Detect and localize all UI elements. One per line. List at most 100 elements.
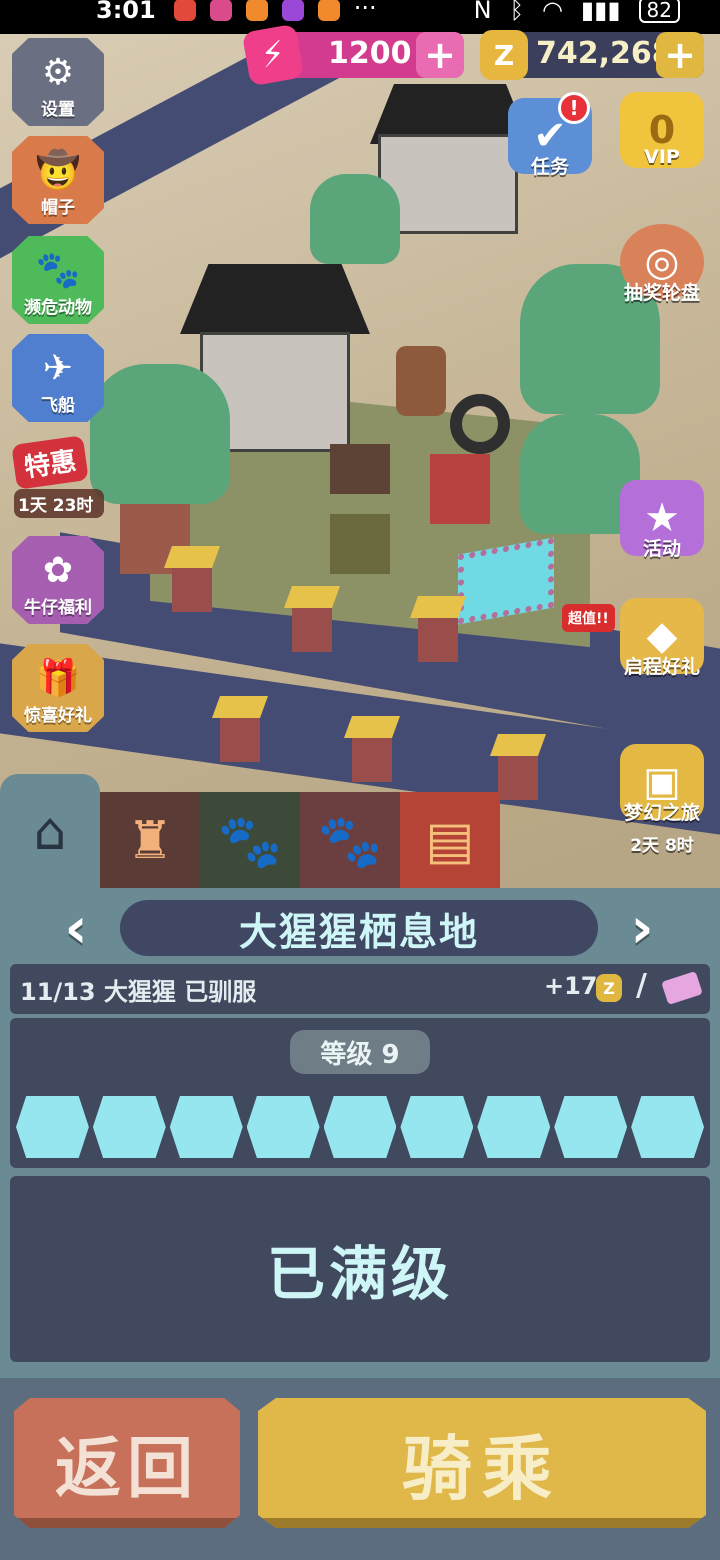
fence-pillar	[172, 564, 212, 612]
cowboy-welfare-button[interactable]: ✿ 牛仔福利	[12, 536, 104, 624]
tasks-alert-badge: !	[558, 92, 590, 124]
level-section: 等级 9	[10, 1018, 710, 1168]
palm-tree	[90, 364, 230, 504]
settings-button[interactable]: ⚙ 设置	[12, 38, 104, 126]
events-label: 活动	[642, 538, 681, 560]
hat-icon: 🤠	[35, 150, 81, 191]
gear-icon: ⚙	[41, 52, 75, 93]
tab-decor[interactable]: ▤	[400, 792, 500, 890]
tasks-label: 任务	[530, 156, 569, 178]
coin-icon: Z	[480, 30, 528, 80]
gorilla	[330, 514, 390, 574]
level-progress-segment	[16, 1096, 89, 1158]
lucky-wheel-button[interactable]: ◎ 抽奖轮盘	[618, 224, 706, 305]
paw-yellow-icon: 🐾	[217, 811, 283, 872]
add-energy-button[interactable]: +	[416, 32, 464, 78]
surprise-gift-button[interactable]: 🎁 惊喜好礼	[12, 644, 104, 732]
fence-pillar	[292, 604, 332, 652]
notification-icons	[173, 0, 340, 21]
add-coins-button[interactable]: +	[656, 32, 704, 78]
cowboy-icon: ♜	[126, 811, 174, 871]
tire-swing	[450, 394, 510, 454]
level-badge: 等级 9	[290, 1030, 430, 1074]
energy-counter: ⚡ 1200 +	[241, 23, 464, 87]
app-notification-icon	[281, 0, 304, 21]
vip-button[interactable]: 0 VIP	[618, 92, 706, 168]
building-roof	[180, 264, 370, 334]
habitat-nav: ‹ 大猩猩栖息地 ›	[0, 888, 720, 968]
more-notifications: ···	[353, 0, 377, 22]
habitat-panel: ‹ 大猩猩栖息地 › 11/13 大猩猩 已驯服 +17 Z / 等级 9 已满…	[0, 888, 720, 1378]
habitat-info-row: 11/13 大猩猩 已驯服 +17 Z /	[10, 964, 710, 1014]
tab-animals[interactable]: 🐾	[200, 792, 300, 890]
habitat-title: 大猩猩栖息地	[120, 900, 598, 956]
hats-button[interactable]: 🤠 帽子	[12, 136, 104, 224]
paw-white-icon: 🐾	[317, 811, 383, 872]
ticket-icon	[661, 971, 703, 1005]
battery-indicator: 82	[638, 0, 680, 23]
tab-home[interactable]: ⌂	[0, 774, 100, 890]
paint-roller-icon: ▤	[425, 811, 475, 871]
level-progress-bar	[16, 1096, 705, 1158]
coin-small-icon: Z	[596, 974, 622, 1002]
chevron-right-icon: ›	[630, 895, 654, 961]
hats-label: 帽子	[41, 198, 75, 218]
next-habitat-button[interactable]: ›	[612, 895, 672, 961]
energy-value: 1200	[328, 36, 412, 71]
flower-icon: ✿	[42, 550, 74, 591]
lucky-wheel-label: 抽奖轮盘	[623, 282, 700, 304]
bluetooth-icon: ᛒ	[509, 0, 524, 24]
app-notification-icon	[317, 0, 340, 21]
start-gift-button[interactable]: 超值!! ◆ 启程好礼	[562, 598, 706, 679]
signal-icon: ▮▮▮	[580, 0, 621, 24]
settings-label: 设置	[41, 100, 75, 120]
ride-button[interactable]: 骑乘	[258, 1398, 706, 1528]
prev-habitat-button[interactable]: ‹	[46, 895, 106, 961]
special-offer-tag: 特惠	[11, 435, 89, 490]
fence-pillar	[220, 714, 260, 762]
palm-tree	[310, 174, 400, 264]
level-progress-segment	[92, 1096, 166, 1158]
tamed-status: 11/13 大猩猩 已驯服	[20, 978, 257, 1006]
level-progress-segment	[400, 1096, 474, 1158]
status-time: 3:01	[96, 0, 156, 24]
wifi-icon: ◠	[541, 0, 563, 24]
start-gift-label: 启程好礼	[623, 656, 700, 678]
airship-label: 飞船	[41, 396, 75, 416]
rescue-animals-button[interactable]: 🐾 濒危动物	[12, 236, 104, 324]
super-value-tag: 超值!!	[562, 604, 615, 632]
airship-icon: ✈	[42, 348, 74, 389]
app-notification-icon	[209, 0, 232, 21]
vip-label: VIP	[644, 146, 680, 168]
coin-value: 742,268	[536, 36, 673, 71]
level-progress-segment	[631, 1096, 705, 1158]
paw-icon: 🐾	[35, 250, 81, 291]
cowboy-welfare-label: 牛仔福利	[24, 598, 92, 618]
level-progress-segment	[323, 1096, 397, 1158]
gift-basket-icon: 🎁	[35, 658, 81, 699]
back-button[interactable]: 返回	[14, 1398, 240, 1528]
home-icon: ⌂	[33, 802, 67, 862]
status-bar: 3:01 ··· N ᛒ ◠ ▮▮▮ 82	[0, 0, 720, 34]
max-level-text: 已满级	[10, 1176, 710, 1362]
tab-pets[interactable]: 🐾	[300, 792, 400, 890]
level-progress-segment	[169, 1096, 243, 1158]
fence-pillar	[418, 614, 458, 662]
chevron-left-icon: ‹	[64, 895, 88, 961]
special-offer-button[interactable]: 特惠 1天 23时	[11, 435, 104, 518]
coin-counter: Z 742,268 +	[480, 30, 704, 80]
special-offer-timer: 1天 23时	[14, 489, 104, 518]
airship-button[interactable]: ✈ 飞船	[12, 334, 104, 422]
coin-bonus: +17	[544, 972, 598, 1000]
level-progress-segment	[477, 1096, 551, 1158]
tab-cowboy[interactable]: ♜	[100, 792, 200, 890]
level-progress-segment	[246, 1096, 320, 1158]
events-button[interactable]: ★ 活动	[618, 480, 706, 561]
lightning-icon: ⚡	[241, 23, 305, 87]
nfc-icon: N	[473, 0, 492, 24]
app-notification-icon	[245, 0, 268, 21]
tasks-button[interactable]: ✔ ! 任务	[506, 92, 594, 179]
surprise-gift-label: 惊喜好礼	[24, 706, 92, 726]
bottom-actions: 返回 骑乘	[0, 1378, 720, 1560]
rescue-animals-label: 濒危动物	[24, 298, 92, 318]
